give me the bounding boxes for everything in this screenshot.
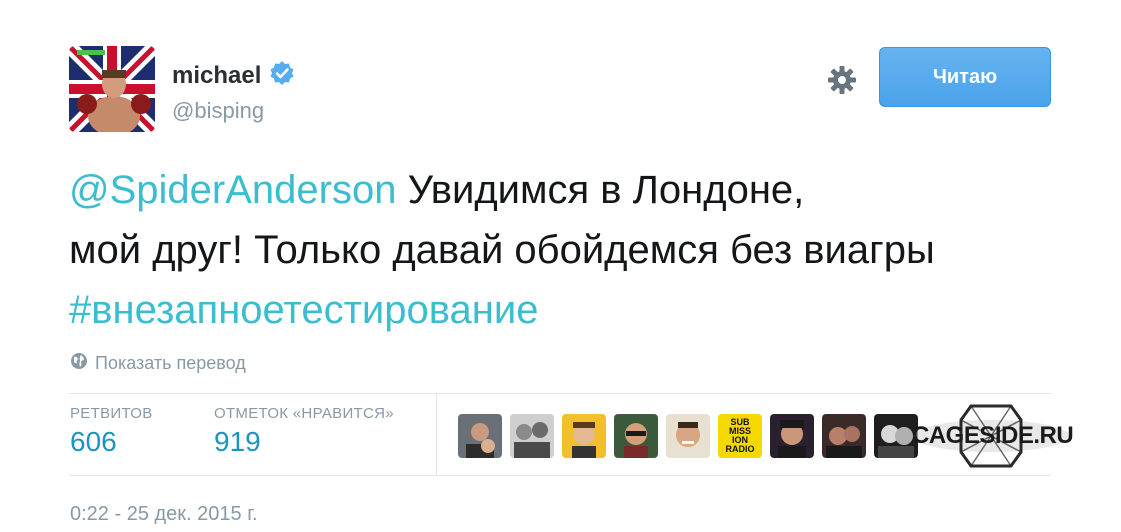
watermark-text: CAGESIDE.RU <box>912 422 1074 449</box>
gear-icon[interactable] <box>826 64 858 96</box>
mention-link[interactable]: @SpiderAnderson <box>69 168 396 212</box>
likes-label: ОТМЕТОК «НРАВИТСЯ» <box>214 405 394 422</box>
globe-icon <box>70 352 88 375</box>
liker-avatar[interactable] <box>562 414 606 458</box>
cageside-watermark: CAGESIDE.RU <box>912 400 1074 472</box>
show-translation-label: Показать перевод <box>95 353 246 373</box>
verified-badge-icon <box>269 60 295 91</box>
likes-stat[interactable]: ОТМЕТОК «НРАВИТСЯ» 919 <box>214 405 394 458</box>
tweet-line-1: @SpiderAnderson Увидимся в Лондоне, <box>69 160 1114 220</box>
likes-count: 919 <box>214 426 261 457</box>
liker-avatar[interactable] <box>614 414 658 458</box>
stats-divider-vertical <box>436 393 437 475</box>
show-translation-link[interactable]: Показать перевод <box>70 352 246 375</box>
retweets-stat[interactable]: РЕТВИТОВ 606 <box>70 405 153 458</box>
liker-avatar[interactable] <box>770 414 814 458</box>
stats-divider-bottom <box>69 475 1051 476</box>
following-button[interactable]: Читаю <box>879 47 1051 107</box>
badge-line: RADIO <box>725 444 755 454</box>
tweet-timestamp[interactable]: 0:22 - 25 дек. 2015 г. <box>70 503 258 526</box>
user-handle[interactable]: @bisping <box>172 98 264 124</box>
retweets-label: РЕТВИТОВ <box>70 405 153 422</box>
tweet-text-part-1: Увидимся в Лондоне, <box>396 168 805 212</box>
user-name[interactable]: michael <box>172 62 261 90</box>
liker-avatar[interactable] <box>666 414 710 458</box>
liker-avatar[interactable] <box>822 414 866 458</box>
liker-avatar[interactable] <box>510 414 554 458</box>
liker-avatar[interactable] <box>458 414 502 458</box>
stats-divider-top <box>69 393 1051 394</box>
liker-avatar-submission-radio[interactable]: SUB MISS ION RADIO <box>718 414 762 458</box>
user-name-row[interactable]: michael <box>172 60 295 91</box>
hashtag-link[interactable]: #внезапноетестирование <box>69 288 538 332</box>
avatar[interactable] <box>69 46 155 132</box>
tweet-text: @SpiderAnderson Увидимся в Лондоне, мой … <box>69 160 1114 340</box>
liker-avatars: SUB MISS ION RADIO <box>458 414 918 458</box>
retweets-count: 606 <box>70 426 117 457</box>
tweet-text-part-2: мой друг! Только давай обойдемся без виа… <box>69 228 935 272</box>
